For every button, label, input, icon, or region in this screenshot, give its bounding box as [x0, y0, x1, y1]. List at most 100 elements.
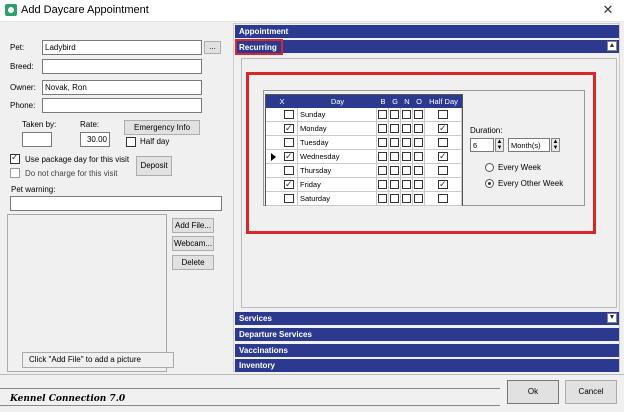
table-cell[interactable]: [401, 136, 413, 150]
taken-by-field[interactable]: [22, 132, 52, 147]
b-checkbox[interactable]: [378, 166, 387, 175]
section-appointment[interactable]: Appointment: [235, 25, 619, 38]
table-cell[interactable]: Thursday: [298, 164, 377, 178]
section-departure-services[interactable]: Departure Services: [235, 328, 619, 341]
g-checkbox[interactable]: [390, 180, 399, 189]
half-checkbox[interactable]: [438, 150, 448, 163]
table-cell[interactable]: [389, 136, 401, 150]
ok-button[interactable]: Ok: [507, 380, 559, 404]
g-checkbox[interactable]: [390, 194, 399, 203]
table-cell[interactable]: [266, 150, 298, 164]
o-checkbox[interactable]: [414, 166, 423, 175]
half-checkbox[interactable]: [438, 194, 448, 203]
col-header-n[interactable]: N: [401, 95, 413, 108]
close-icon[interactable]: ✕: [600, 2, 616, 18]
b-checkbox[interactable]: [378, 152, 387, 161]
expand-icon[interactable]: ▼: [607, 313, 617, 323]
o-checkbox[interactable]: [414, 124, 423, 133]
table-cell[interactable]: [266, 136, 298, 150]
o-checkbox[interactable]: [414, 110, 423, 119]
section-services[interactable]: Services: [235, 312, 619, 325]
webcam-button[interactable]: Webcam...: [172, 236, 214, 251]
duration-field[interactable]: 6: [470, 138, 494, 152]
g-checkbox[interactable]: [390, 166, 399, 175]
o-checkbox[interactable]: [414, 180, 423, 189]
g-checkbox[interactable]: [390, 110, 399, 119]
pet-field[interactable]: Ladybird: [42, 40, 202, 55]
table-cell[interactable]: [377, 192, 389, 206]
table-cell[interactable]: [425, 108, 462, 122]
half-checkbox[interactable]: [438, 110, 448, 119]
x-checkbox[interactable]: [284, 138, 294, 147]
phone-field[interactable]: [42, 98, 202, 113]
b-checkbox[interactable]: [378, 138, 387, 147]
col-header-x[interactable]: X: [266, 95, 298, 108]
emergency-info-button[interactable]: Emergency Info: [124, 120, 200, 135]
duration-unit-spinner-icon[interactable]: ▲ ▼: [551, 138, 560, 152]
table-cell[interactable]: [425, 178, 462, 192]
table-cell[interactable]: [413, 136, 425, 150]
pet-warning-field[interactable]: [10, 196, 222, 211]
table-cell[interactable]: [389, 122, 401, 136]
collapse-icon[interactable]: ▲: [607, 41, 617, 51]
g-checkbox[interactable]: [390, 124, 399, 133]
table-cell[interactable]: [266, 192, 298, 206]
half-checkbox[interactable]: [438, 138, 448, 147]
col-header-o[interactable]: O: [413, 95, 425, 108]
x-checkbox[interactable]: [284, 178, 294, 191]
b-checkbox[interactable]: [378, 124, 387, 133]
table-cell[interactable]: [389, 150, 401, 164]
owner-field[interactable]: Novak, Ron: [42, 80, 202, 95]
picture-box[interactable]: [7, 214, 167, 372]
table-cell[interactable]: [266, 164, 298, 178]
g-checkbox[interactable]: [390, 138, 399, 147]
section-inventory[interactable]: Inventory: [235, 359, 619, 372]
table-cell[interactable]: [377, 178, 389, 192]
col-header-g[interactable]: G: [389, 95, 401, 108]
table-cell[interactable]: [389, 178, 401, 192]
table-cell[interactable]: [401, 178, 413, 192]
x-checkbox[interactable]: [284, 150, 294, 163]
table-cell[interactable]: [425, 164, 462, 178]
table-cell[interactable]: [401, 164, 413, 178]
b-checkbox[interactable]: [378, 194, 387, 203]
section-vaccinations[interactable]: Vaccinations: [235, 344, 619, 357]
table-cell[interactable]: [389, 192, 401, 206]
x-checkbox[interactable]: [284, 122, 294, 135]
duration-spinner-icon[interactable]: ▲ ▼: [495, 138, 504, 152]
pet-browse-button[interactable]: ...: [204, 41, 221, 54]
table-cell[interactable]: [413, 108, 425, 122]
no-charge-checkbox[interactable]: [10, 168, 20, 178]
duration-unit-field[interactable]: Month(s): [508, 138, 550, 152]
table-cell[interactable]: [377, 164, 389, 178]
n-checkbox[interactable]: [402, 152, 411, 161]
table-cell[interactable]: Friday: [298, 178, 377, 192]
cancel-button[interactable]: Cancel: [565, 380, 617, 404]
table-cell[interactable]: [425, 122, 462, 136]
breed-field[interactable]: [42, 59, 202, 74]
n-checkbox[interactable]: [402, 124, 411, 133]
b-checkbox[interactable]: [378, 110, 387, 119]
table-cell[interactable]: Monday: [298, 122, 377, 136]
table-cell[interactable]: Sunday: [298, 108, 377, 122]
g-checkbox[interactable]: [390, 152, 399, 161]
table-cell[interactable]: [413, 122, 425, 136]
section-recurring[interactable]: [235, 40, 619, 53]
table-cell[interactable]: [413, 164, 425, 178]
table-cell[interactable]: [413, 192, 425, 206]
half-checkbox[interactable]: [438, 178, 448, 191]
o-checkbox[interactable]: [414, 194, 423, 203]
table-cell[interactable]: Saturday: [298, 192, 377, 206]
use-package-checkbox[interactable]: [10, 152, 20, 164]
half-day-checkbox[interactable]: [126, 137, 136, 147]
delete-button[interactable]: Delete: [172, 255, 214, 270]
table-cell[interactable]: [401, 192, 413, 206]
deposit-button[interactable]: Deposit: [136, 156, 172, 176]
table-cell[interactable]: [425, 136, 462, 150]
n-checkbox[interactable]: [402, 166, 411, 175]
table-cell[interactable]: [377, 150, 389, 164]
col-header-b[interactable]: B: [377, 95, 389, 108]
table-cell[interactable]: [377, 108, 389, 122]
table-cell[interactable]: [401, 108, 413, 122]
table-cell[interactable]: [401, 122, 413, 136]
